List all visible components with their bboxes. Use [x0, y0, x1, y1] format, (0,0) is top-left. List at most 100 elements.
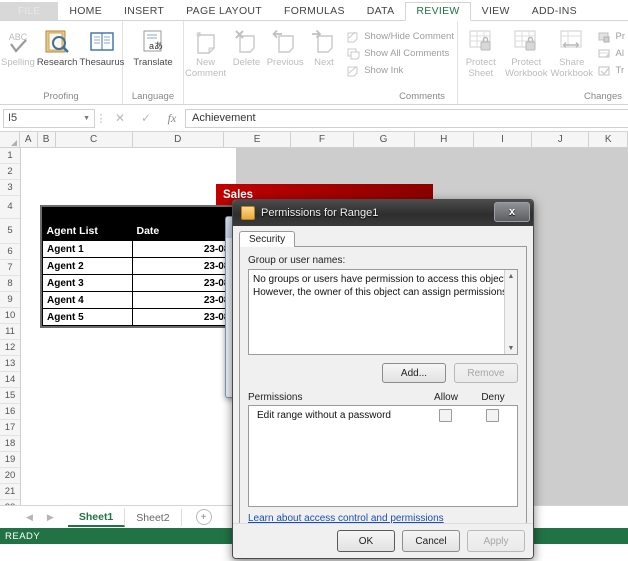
- track-changes-button[interactable]: Tr: [595, 62, 628, 79]
- column-header-k[interactable]: K: [589, 132, 628, 147]
- translate-icon: a あ: [138, 27, 168, 57]
- group-user-names-list[interactable]: No groups or users have permission to ac…: [248, 269, 518, 355]
- permissions-dialog-body: Security Group or user names: No groups …: [239, 230, 527, 524]
- row-header[interactable]: 17: [0, 420, 20, 436]
- previous-comment-icon: [270, 27, 300, 57]
- share-workbook-button[interactable]: Share Workbook: [549, 25, 595, 79]
- row-header[interactable]: 6: [0, 244, 20, 260]
- add-button[interactable]: Add...: [382, 363, 446, 383]
- row-header[interactable]: 16: [0, 404, 20, 420]
- insert-function-icon[interactable]: fx: [159, 111, 185, 126]
- column-header-e[interactable]: E: [223, 132, 292, 147]
- show-all-comments-button[interactable]: Show All Comments: [343, 45, 457, 62]
- spelling-button[interactable]: ABC Spelling: [0, 25, 36, 68]
- column-header-i[interactable]: I: [473, 132, 533, 147]
- name-box[interactable]: I5 ▼: [3, 108, 95, 128]
- cancel-icon[interactable]: ✕: [107, 111, 133, 125]
- tab-insert[interactable]: INSERT: [113, 2, 175, 20]
- column-headers: A B C D E F G H I J K: [0, 132, 628, 148]
- tab-review[interactable]: REVIEW: [405, 2, 471, 21]
- protect-workbook-button[interactable]: Protect Workbook: [504, 25, 550, 79]
- show-ink-button[interactable]: Show Ink: [343, 62, 457, 79]
- column-header-c[interactable]: C: [55, 132, 133, 147]
- row-header[interactable]: 12: [0, 340, 20, 356]
- row-header[interactable]: 18: [0, 436, 20, 452]
- thesaurus-button[interactable]: Thesaurus: [78, 25, 125, 68]
- allow-edit-ranges-button[interactable]: Al: [595, 45, 628, 62]
- permissions-dialog-titlebar[interactable]: Permissions for Range1 x: [233, 200, 533, 226]
- allow-cell[interactable]: [423, 409, 467, 422]
- add-sheet-button[interactable]: +: [195, 509, 212, 525]
- deny-cell[interactable]: [467, 409, 517, 422]
- deny-checkbox[interactable]: [485, 409, 499, 422]
- row-header[interactable]: 7: [0, 260, 20, 276]
- tab-add-ins[interactable]: ADD-INS: [521, 2, 588, 20]
- row-header[interactable]: 4: [0, 196, 20, 219]
- tab-data[interactable]: DATA: [356, 2, 406, 20]
- show-hide-comment-button[interactable]: Show/Hide Comment: [343, 28, 457, 45]
- tab-home[interactable]: HOME: [58, 2, 113, 20]
- tab-file[interactable]: FILE: [0, 2, 59, 20]
- share-workbook-icon: [557, 27, 587, 57]
- ok-button[interactable]: OK: [337, 530, 395, 552]
- cancel-button[interactable]: Cancel: [402, 530, 460, 552]
- user-list-scrollbar[interactable]: ▲ ▼: [504, 270, 517, 354]
- check-icon[interactable]: ✓: [133, 111, 159, 125]
- close-icon[interactable]: x: [494, 202, 530, 222]
- previous-comment-label: Previous: [266, 57, 304, 68]
- ribbon-tab-strip: FILE HOME INSERT PAGE LAYOUT FORMULAS DA…: [0, 0, 628, 21]
- protect-share-workbook-button[interactable]: Pr: [595, 28, 628, 45]
- tab-formulas[interactable]: FORMULAS: [273, 2, 356, 20]
- column-header-g[interactable]: G: [353, 132, 415, 147]
- permission-row[interactable]: Edit range without a password: [249, 406, 517, 422]
- select-all-corner[interactable]: [0, 132, 20, 147]
- new-comment-button[interactable]: New Comment: [184, 25, 227, 79]
- permissions-list[interactable]: Edit range without a password: [248, 405, 518, 507]
- cell-agent: Agent 1: [42, 240, 133, 258]
- allow-checkbox[interactable]: [438, 409, 452, 422]
- row-header[interactable]: 13: [0, 356, 20, 372]
- column-header-j[interactable]: J: [532, 132, 590, 147]
- protect-share-workbook-label: Pr: [615, 31, 626, 42]
- sheet-tab-sheet2[interactable]: Sheet2: [125, 508, 182, 526]
- formula-input[interactable]: Achievement: [185, 108, 628, 128]
- row-header[interactable]: 5: [0, 219, 20, 244]
- scroll-down-icon[interactable]: ▼: [505, 342, 517, 354]
- row-header[interactable]: 20: [0, 468, 20, 484]
- chevron-down-icon[interactable]: ▼: [83, 115, 90, 122]
- tab-security[interactable]: Security: [239, 231, 296, 247]
- column-header-h[interactable]: H: [414, 132, 474, 147]
- previous-comment-button[interactable]: Previous: [266, 25, 305, 68]
- scroll-up-icon[interactable]: ▲: [505, 270, 517, 282]
- row-header[interactable]: 11: [0, 324, 20, 340]
- row-header[interactable]: 9: [0, 292, 20, 308]
- name-box-value: I5: [8, 112, 18, 124]
- row-header[interactable]: 1: [0, 148, 20, 164]
- row-header[interactable]: 3: [0, 180, 20, 196]
- row-header[interactable]: 19: [0, 452, 20, 468]
- delete-comment-button[interactable]: Delete: [227, 25, 266, 68]
- row-header[interactable]: 14: [0, 372, 20, 388]
- protect-sheet-button[interactable]: Protect Sheet: [458, 25, 504, 79]
- row-header[interactable]: 8: [0, 276, 20, 292]
- research-button[interactable]: Research: [36, 25, 79, 68]
- row-header[interactable]: 21: [0, 484, 20, 500]
- sheet-tab-sheet1[interactable]: Sheet1: [67, 507, 126, 527]
- column-header-a[interactable]: A: [19, 132, 38, 147]
- permission-name: Edit range without a password: [257, 410, 391, 421]
- thesaurus-icon: [87, 27, 117, 57]
- tab-page-layout[interactable]: PAGE LAYOUT: [175, 2, 273, 20]
- permissions-column-label: Permissions: [248, 392, 303, 403]
- nav-next-icon[interactable]: ▶: [47, 512, 54, 523]
- nav-prev-icon[interactable]: ◀: [26, 512, 33, 523]
- row-header[interactable]: 15: [0, 388, 20, 404]
- translate-button[interactable]: a あ Translate: [124, 25, 182, 68]
- row-header[interactable]: 10: [0, 308, 20, 324]
- column-header-d[interactable]: D: [132, 132, 224, 147]
- row-header[interactable]: 2: [0, 164, 20, 180]
- row-header[interactable]: 22: [0, 500, 20, 505]
- next-comment-button[interactable]: Next: [305, 25, 344, 68]
- column-header-b[interactable]: B: [37, 132, 56, 147]
- tab-view[interactable]: VIEW: [471, 2, 521, 20]
- column-header-f[interactable]: F: [291, 132, 354, 147]
